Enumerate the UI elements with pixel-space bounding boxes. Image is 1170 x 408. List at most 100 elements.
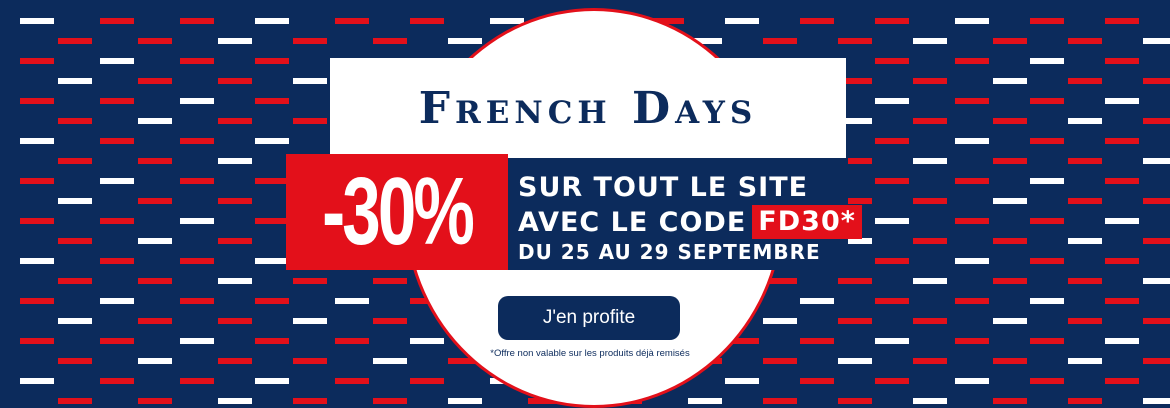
flag-dash [100, 58, 134, 64]
flag-dash [255, 178, 289, 184]
flag-dash [138, 278, 172, 284]
flag-dash [1030, 258, 1064, 264]
flag-dash [218, 78, 252, 84]
flag-dash [1068, 118, 1102, 124]
flag-dash [763, 358, 797, 364]
flag-dash [838, 398, 872, 404]
flag-dash [20, 178, 54, 184]
flag-dash [955, 18, 989, 24]
flag-dash [218, 278, 252, 284]
flag-dash [20, 98, 54, 104]
flag-dash [1105, 258, 1139, 264]
flag-dash [138, 198, 172, 204]
flag-dash [1068, 198, 1102, 204]
offer-line-2-text: AVEC LE CODE [518, 206, 747, 238]
jen-profite-button[interactable]: J'en profite [498, 296, 680, 340]
flag-dash [293, 118, 327, 124]
flag-dash [293, 318, 327, 324]
flag-dash [373, 318, 407, 324]
flag-dash [763, 398, 797, 404]
flag-dash [1143, 158, 1170, 164]
flag-dash [410, 378, 444, 384]
flag-dash [218, 318, 252, 324]
flag-dash [875, 58, 909, 64]
flag-dash [800, 298, 834, 304]
flag-dash [20, 58, 54, 64]
flag-dash [180, 58, 214, 64]
flag-dash [993, 78, 1027, 84]
flag-dash [218, 398, 252, 404]
flag-dash [58, 398, 92, 404]
flag-dash [20, 378, 54, 384]
flag-dash [1030, 218, 1064, 224]
flag-dash [180, 18, 214, 24]
flag-dash [255, 258, 289, 264]
flag-dash [100, 218, 134, 224]
french-days-banner[interactable]: French Days -30% SUR TOUT LE SITE AVEC L… [0, 0, 1170, 408]
flag-dash [725, 378, 759, 384]
flag-dash [993, 398, 1027, 404]
flag-dash [1105, 58, 1139, 64]
flag-dash [1030, 298, 1064, 304]
flag-dash [1105, 138, 1139, 144]
flag-dash [913, 198, 947, 204]
flag-dash [913, 398, 947, 404]
offer-line-1: SUR TOUT LE SITE [518, 172, 809, 203]
flag-dash [100, 378, 134, 384]
disclaimer-text: *Offre non valable sur les produits déjà… [490, 348, 690, 359]
flag-dash [180, 138, 214, 144]
flag-dash [100, 178, 134, 184]
flag-dash [335, 18, 369, 24]
flag-dash [448, 38, 482, 44]
flag-dash [180, 378, 214, 384]
flag-dash [180, 178, 214, 184]
flag-dash [993, 318, 1027, 324]
flag-dash [138, 318, 172, 324]
flag-dash [1068, 78, 1102, 84]
flag-dash [1143, 118, 1170, 124]
flag-dash [913, 358, 947, 364]
flag-dash [763, 38, 797, 44]
flag-dash [913, 158, 947, 164]
flag-dash [335, 298, 369, 304]
flag-dash [1030, 338, 1064, 344]
flag-dash [838, 278, 872, 284]
flag-dash [180, 258, 214, 264]
flag-dash [448, 398, 482, 404]
flag-dash [1105, 338, 1139, 344]
flag-dash [410, 338, 444, 344]
flag-dash [993, 118, 1027, 124]
flag-dash [875, 218, 909, 224]
flag-dash [955, 98, 989, 104]
flag-dash [180, 218, 214, 224]
flag-dash [955, 258, 989, 264]
flag-dash [1030, 18, 1064, 24]
flag-dash [955, 298, 989, 304]
flag-dash [838, 318, 872, 324]
flag-dash [373, 398, 407, 404]
flag-dash [218, 118, 252, 124]
title-box: French Days [330, 58, 846, 158]
flag-dash [993, 38, 1027, 44]
flag-dash [138, 38, 172, 44]
flag-dash [875, 138, 909, 144]
flag-dash [875, 258, 909, 264]
flag-dash [1105, 178, 1139, 184]
flag-dash [58, 118, 92, 124]
flag-dash [1068, 38, 1102, 44]
flag-dash [993, 278, 1027, 284]
flag-dash [1105, 98, 1139, 104]
flag-dash [913, 318, 947, 324]
discount-percent: -30% [322, 158, 475, 265]
flag-dash [218, 38, 252, 44]
flag-dash [1068, 158, 1102, 164]
flag-dash [800, 338, 834, 344]
flag-dash [838, 38, 872, 44]
flag-dash [218, 158, 252, 164]
flag-dash [1068, 318, 1102, 324]
flag-dash [255, 18, 289, 24]
flag-dash [993, 358, 1027, 364]
flag-dash [180, 298, 214, 304]
flag-dash [255, 338, 289, 344]
flag-dash [100, 258, 134, 264]
